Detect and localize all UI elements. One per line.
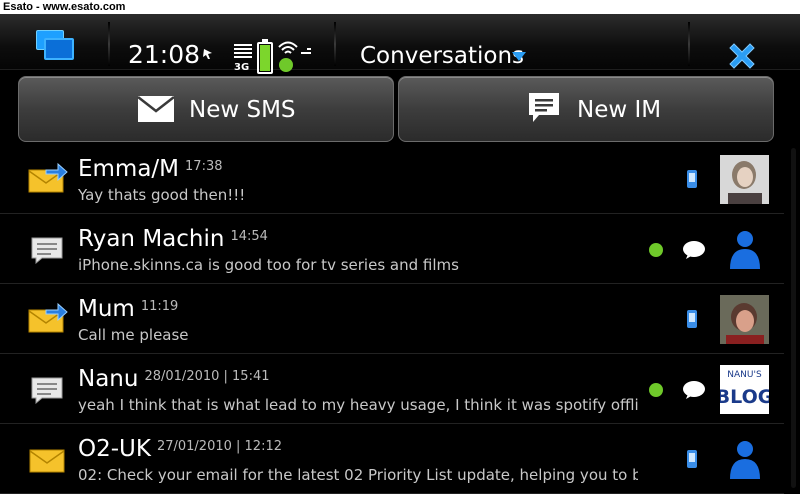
new-sms-label: New SMS	[189, 97, 296, 123]
wifi-icon	[277, 38, 299, 74]
page-title[interactable]: Conversations	[360, 42, 524, 70]
message-preview: 02: Check your email for the latest 02 P…	[78, 466, 638, 484]
message-preview: Call me please	[78, 326, 189, 344]
contact-name: Mum 11:19	[78, 296, 179, 322]
online-status-icon	[649, 383, 663, 397]
avatar	[720, 295, 769, 344]
conversation-row[interactable]: Nanu 28/01/2010 | 15:41 yeah I think that…	[0, 354, 784, 424]
conversation-row[interactable]: Ryan Machin 14:54 iPhone.skinns.ca is goo…	[0, 214, 784, 284]
presence-icon[interactable]	[202, 48, 214, 60]
timestamp: 17:38	[185, 159, 223, 174]
signal-icon	[234, 44, 252, 62]
phone-icon	[687, 450, 697, 468]
conversation-list: Emma/M 17:38 Yay thats good then!!! Ryan …	[0, 144, 800, 494]
avatar	[720, 155, 769, 204]
chat-channel-icon	[683, 241, 705, 259]
status-bar: 21:08 3G Conversations	[0, 14, 800, 74]
watermark: Esato - www.esato.com	[0, 0, 800, 14]
chat-bubble-icon	[31, 377, 63, 404]
message-preview: iPhone.skinns.ca is good too for tv seri…	[78, 256, 459, 274]
avatar	[720, 225, 769, 274]
chat-bubble-icon	[31, 237, 63, 264]
timestamp: 11:19	[140, 299, 179, 314]
sms-sent-icon	[28, 162, 68, 193]
message-preview: yeah I think that is what lead to my hea…	[78, 396, 638, 414]
timestamp: 28/01/2010 | 15:41	[144, 369, 270, 384]
chat-bubble-icon	[529, 93, 559, 122]
phone-icon	[687, 310, 697, 328]
new-im-button[interactable]: New IM	[398, 76, 774, 142]
scrollbar[interactable]	[791, 148, 796, 488]
contact-name: Nanu 28/01/2010 | 15:41	[78, 366, 270, 392]
clock[interactable]: 21:08	[128, 41, 200, 69]
blog-logo-main: BLOG	[720, 386, 769, 408]
network-type: 3G	[234, 62, 250, 73]
timestamp: 27/01/2010 | 12:12	[156, 439, 282, 454]
chevron-down-icon[interactable]	[512, 52, 526, 61]
avatar	[720, 435, 769, 484]
close-icon[interactable]	[726, 40, 758, 72]
sms-sent-icon	[28, 302, 68, 333]
new-im-label: New IM	[577, 97, 662, 123]
battery-icon	[257, 39, 273, 74]
conversation-row[interactable]: Mum 11:19 Call me please	[0, 284, 784, 354]
contact-name: Emma/M 17:38	[78, 156, 223, 182]
sms-icon	[29, 449, 65, 473]
message-preview: Yay thats good then!!!	[78, 186, 246, 204]
new-sms-button[interactable]: New SMS	[18, 76, 394, 142]
connection-indicator-icon	[301, 48, 311, 54]
envelope-icon	[137, 96, 175, 122]
contact-name: Ryan Machin 14:54	[78, 226, 268, 252]
blog-logo-top: NANU'S	[727, 370, 762, 380]
chat-channel-icon	[683, 381, 705, 399]
task-switcher-icon[interactable]	[36, 30, 76, 62]
conversation-row[interactable]: O2-UK 27/01/2010 | 12:12 02: Check your e…	[0, 424, 784, 494]
contact-name: O2-UK 27/01/2010 | 12:12	[78, 436, 282, 462]
phone-icon	[687, 170, 697, 188]
online-status-icon	[649, 243, 663, 257]
timestamp: 14:54	[230, 229, 268, 244]
conversation-row[interactable]: Emma/M 17:38 Yay thats good then!!!	[0, 144, 784, 214]
avatar: NANU'S BLOG	[720, 365, 769, 414]
